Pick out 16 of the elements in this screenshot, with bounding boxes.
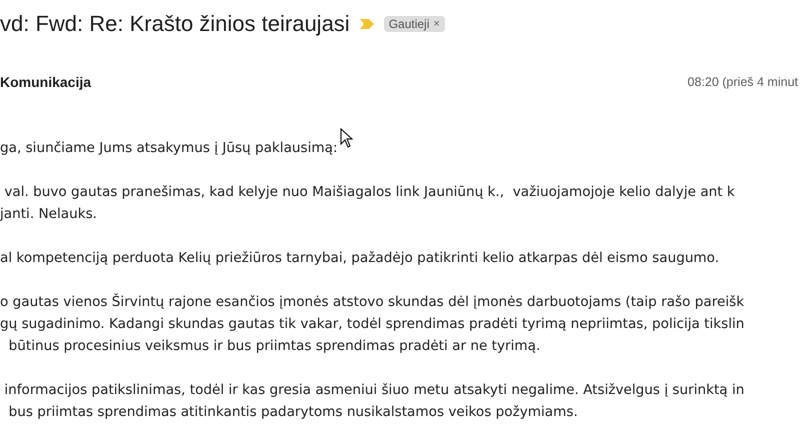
body-text-line: gų sugadinimo. Kadangi skundas gautas tik vakar, todėl sprendimas pradėti tyrimą nepriimtas, policija tikslin — [0, 315, 744, 334]
body-text-line: janti. Nelauks. — [0, 205, 98, 224]
importance-marker-icon[interactable] — [360, 19, 374, 29]
mouse-cursor-icon — [340, 128, 354, 148]
email-time: 08:20 (prieš 4 minut — [688, 75, 798, 89]
body-text-line: bus priimtas sprendimas atitinkantis padarytoms nusikalstamos veikos požymiams. — [8, 403, 578, 422]
body-text-line: informacijos patikslinimas, todėl ir kas gresia asmeniui šiuo metu atsakyti negalime. Atsižvelgus į surinktą in — [3, 381, 744, 400]
body-text-line: ga, siunčiame Jums atsakymus į Jūsų paklausimą: — [0, 139, 338, 158]
label-chip[interactable]: Gautieji × — [384, 16, 445, 32]
sender-name: Komunikacija — [0, 74, 92, 90]
body-text-line: būtinus procesinius veiksmus ir bus priimtas sprendimas pradėti ar ne tyrimą. — [8, 337, 540, 356]
body-text-line: val. buvo gautas pranešimas, kad kelyje nuo Maišiagalos link Jauniūnų k., važiuojamojoje kelio dalyje ant k — [3, 183, 735, 202]
email-subject: vd: Fwd: Re: Krašto žinios teiraujasi — [0, 11, 350, 37]
body-text-line: al kompetenciją perduota Kelių priežiūros tarnybai, pažadėjo patikrinti kelio atkarpas dėl eismo saugumo. — [0, 249, 720, 268]
remove-label-button[interactable]: × — [433, 18, 440, 30]
body-text-line: o gautas vienos Širvintų rajone esančios įmonės atstovo skundas dėl įmonės darbuotojams (taip rašo pareišk — [0, 292, 744, 312]
